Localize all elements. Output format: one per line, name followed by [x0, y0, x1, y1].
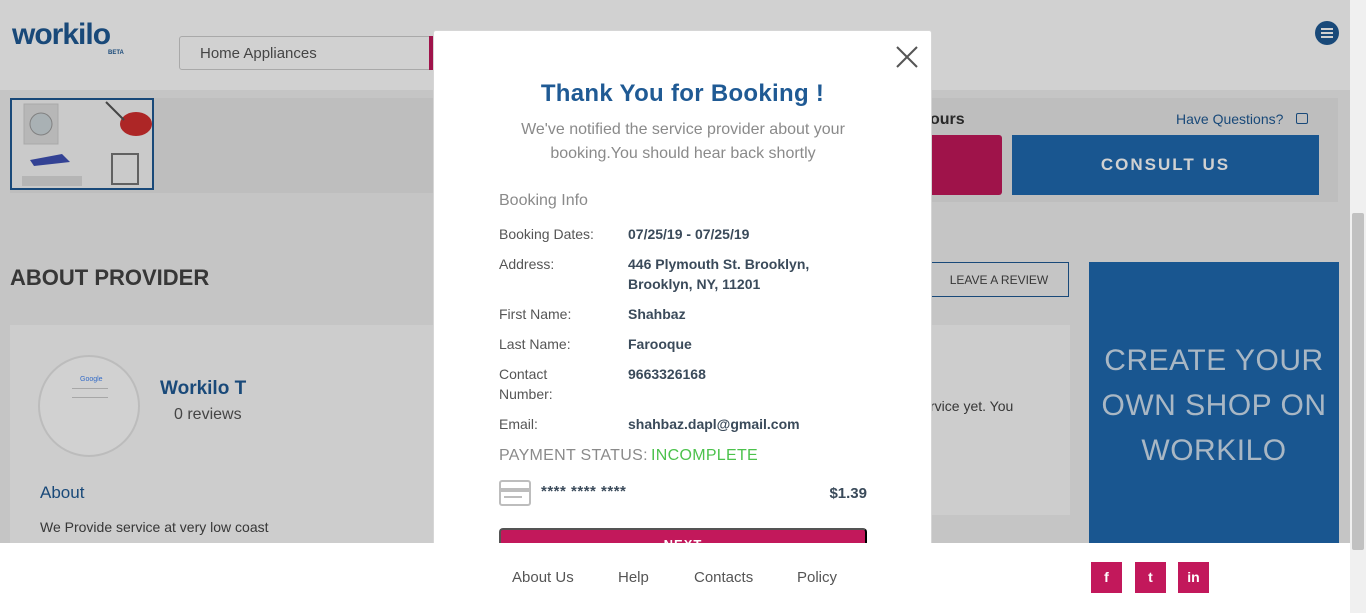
contact-number-value: 9663326168 [628, 366, 706, 382]
last-name-value: Farooque [628, 336, 692, 352]
close-icon[interactable] [892, 42, 922, 72]
payment-status-label: PAYMENT STATUS: [499, 447, 648, 464]
booking-info-heading: Booking Info [499, 192, 588, 209]
booking-dates-value: 07/25/19 - 07/25/19 [628, 226, 750, 242]
credit-card-icon [499, 480, 531, 506]
scrollbar-thumb[interactable] [1352, 213, 1364, 550]
payment-amount: $1.39 [829, 485, 867, 502]
last-name-label: Last Name: [499, 336, 571, 352]
address-label: Address: [499, 256, 555, 272]
first-name-label: First Name: [499, 306, 572, 322]
linkedin-icon[interactable]: in [1178, 562, 1209, 593]
payment-status-value: INCOMPLETE [651, 447, 759, 464]
email-label: Email: [499, 416, 538, 432]
contact-number-label: Contact Number: [499, 366, 553, 402]
card-number: **** **** **** [541, 483, 627, 500]
modal-title: Thank You for Booking ! [540, 80, 825, 107]
twitter-icon[interactable]: t [1135, 562, 1166, 593]
facebook-icon[interactable]: f [1091, 562, 1122, 593]
modal-subtitle: We've notified the service provider abou… [521, 121, 845, 162]
email-value: shahbaz.dapl@gmail.com [628, 416, 800, 432]
footer-link-contacts[interactable]: Contacts [694, 569, 753, 586]
first-name-value: Shahbaz [628, 306, 686, 322]
booking-dates-label: Booking Dates: [499, 226, 594, 242]
address-value: 446 Plymouth St. Brooklyn, Brooklyn, NY,… [628, 256, 810, 292]
footer-link-policy[interactable]: Policy [797, 569, 837, 586]
footer-link-help[interactable]: Help [618, 569, 649, 586]
footer-overlap [433, 543, 932, 563]
footer-link-about-us[interactable]: About Us [512, 569, 574, 586]
